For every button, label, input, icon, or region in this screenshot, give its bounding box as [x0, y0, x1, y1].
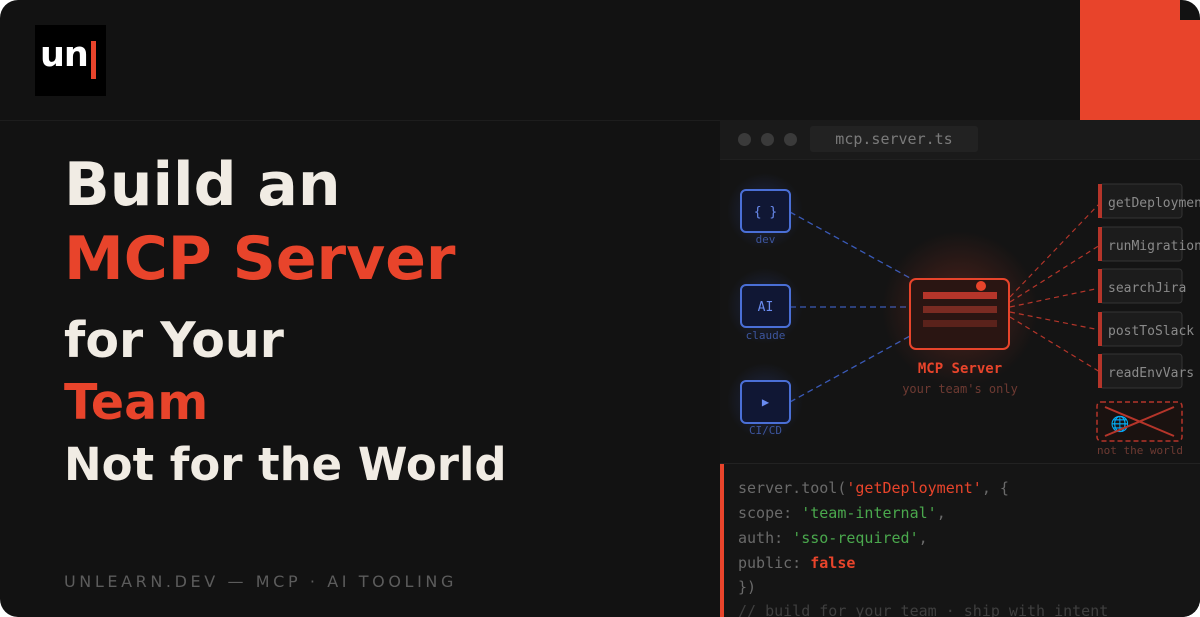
code-line-6-comment: // build for your team · ship with inten…	[738, 602, 1109, 617]
tool-runMigration-label: runMigration	[1108, 239, 1200, 254]
tool-postToSlack[interactable]: postToSlack	[1098, 311, 1194, 347]
client-claude-label: claude	[746, 329, 786, 342]
window-dot-maximize[interactable]	[784, 133, 797, 146]
server-title: MCP Server	[918, 361, 1002, 377]
code-line-1: server.tool('getDeployment', {	[738, 479, 1009, 497]
client-claude-icon: AI	[758, 300, 774, 315]
client-dev-icon: { }	[754, 205, 777, 220]
tool-searchJira[interactable]: searchJira	[1098, 268, 1186, 304]
client-ci-cd-label: CI/CD	[749, 424, 782, 437]
social-card: un Build an MCP Server for Your Team Not…	[0, 0, 1200, 617]
editor-titlebar: mcp.server.ts	[720, 120, 1200, 160]
editor-tab[interactable]: mcp.server.ts	[810, 126, 978, 152]
code-line-2: scope: 'team-internal',	[738, 504, 946, 522]
headline-line-5: Not for the World	[64, 438, 507, 491]
client-ci-cd-icon: ▶	[762, 395, 770, 409]
tool-postToSlack-label: postToSlack	[1108, 324, 1194, 339]
client-dev-label: dev	[756, 233, 776, 246]
footer-tagline: UNLEARN.DEV — MCP · AI TOOLING	[64, 572, 457, 591]
code-line-3: auth: 'sso-required',	[738, 529, 928, 547]
client-claude[interactable]: AI claude	[740, 284, 791, 342]
window-dot-close[interactable]	[738, 133, 751, 146]
tool-runMigration[interactable]: runMigration	[1098, 226, 1200, 262]
headline-line-3: for Your	[64, 312, 284, 369]
logo-text: un	[40, 35, 89, 75]
headline-line-4: Team	[64, 374, 209, 431]
server-status-dot	[976, 281, 986, 291]
tool-readEnvVars-label: readEnvVars	[1108, 366, 1194, 381]
tool-searchJira-label: searchJira	[1108, 281, 1186, 296]
code-editor-window: mcp.server.ts {} dev AI claude ▶ CI/CD …	[720, 120, 1200, 617]
logo-cursor-bar	[91, 41, 96, 79]
code-line-4: public: false	[738, 554, 856, 572]
unlearn-logo[interactable]: un	[35, 25, 106, 96]
code-accent-bar	[720, 464, 724, 617]
blocked-label: not the world	[1097, 444, 1183, 457]
code-line-5: })	[738, 578, 757, 596]
architecture-diagram: { } dev AI claude ▶ CI/CD MCP Server you…	[727, 173, 1200, 457]
tool-getDeployment-label: getDeployment	[1108, 196, 1200, 211]
headline-line-1: Build an	[64, 150, 341, 220]
tool-readEnvVars[interactable]: readEnvVars	[1098, 353, 1194, 389]
window-dot-minimize[interactable]	[761, 133, 774, 146]
top-bar: un	[0, 0, 1200, 121]
headline-line-2: MCP Server	[64, 224, 456, 294]
tool-getDeployment[interactable]: getDeployment	[1098, 183, 1200, 219]
blocked-public-node: 🌐 not the world	[1096, 401, 1183, 457]
code-snippet: server.tool('getDeployment', { scope: 't…	[720, 463, 1200, 617]
corner-pixel-decoration	[1080, 0, 1200, 120]
server-subtitle: your team's only	[902, 382, 1018, 396]
